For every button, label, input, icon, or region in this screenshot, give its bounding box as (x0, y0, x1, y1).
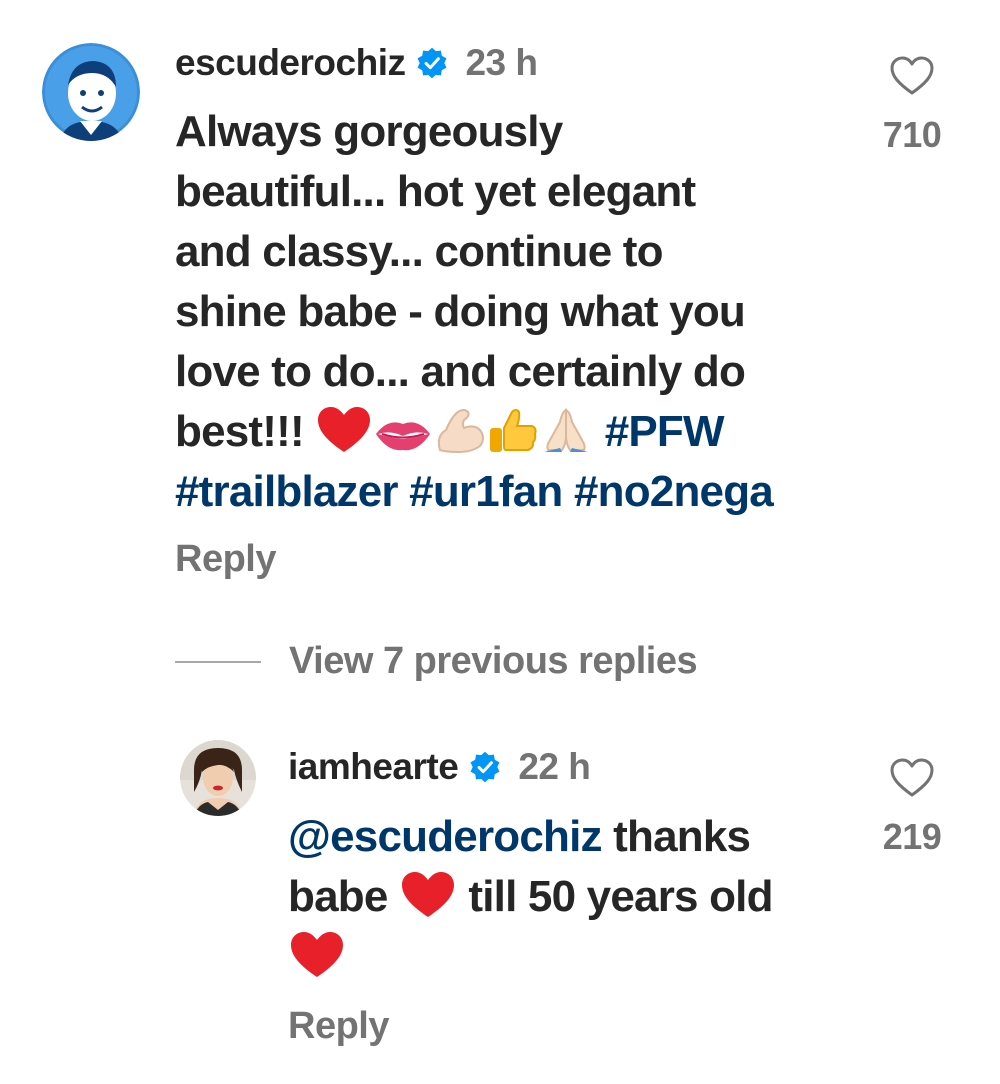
comment-text-line: best!!! #PFW (175, 402, 773, 462)
comment-like: 710 (870, 56, 954, 156)
comment-text-line: shine babe - doing what you (175, 287, 746, 336)
reply-text-segment: babe (288, 872, 388, 921)
lips-emoji (374, 414, 432, 454)
reply-text-segment: till 50 years old (456, 872, 773, 921)
reply-text: @escuderochiz thanks babe till 50 years … (288, 807, 774, 987)
comment-text-line: Always gorgeously (175, 107, 563, 156)
avatar-iamhearte[interactable] (180, 740, 256, 816)
folded-hands-emoji (540, 406, 592, 454)
reply-text-segment: thanks (601, 812, 751, 861)
reply-time: 22 h (518, 746, 591, 787)
comment-text-line: beautiful... hot yet elegant (175, 167, 696, 216)
verified-badge-icon (468, 750, 502, 784)
avatar-escuderochiz[interactable] (42, 43, 140, 141)
comment-text-end: best!!! (175, 407, 305, 456)
reply-button[interactable]: Reply (175, 538, 276, 581)
reply-username[interactable]: iamhearte (288, 746, 459, 788)
reply-text-line: babe till 50 years old (288, 867, 774, 927)
heart-outline-icon[interactable] (890, 758, 934, 798)
hashtag-link[interactable]: #PFW (605, 407, 725, 456)
flexed-biceps-emoji (434, 406, 486, 454)
reply-text-line (288, 927, 773, 987)
comment-time: 23 h (465, 42, 538, 83)
reply-button[interactable]: Reply (288, 1005, 389, 1048)
red-heart-emoji (316, 406, 372, 454)
comment-header: escuderochiz 23 h (175, 38, 538, 88)
divider-line (175, 660, 261, 663)
reply-text-line: @escuderochiz thanks (288, 807, 773, 867)
comment-text-line: love to do... and certainly do (175, 347, 746, 396)
mention-link[interactable]: @escuderochiz (288, 812, 603, 861)
view-previous-replies-button[interactable]: View 7 previous replies (175, 640, 698, 683)
comment-text-line: and classy... continue to (175, 227, 664, 276)
comment-username[interactable]: escuderochiz (175, 42, 406, 84)
reply-like: 219 (870, 758, 954, 858)
hashtag-link[interactable]: #ur1fan (409, 467, 563, 516)
thumbs-up-emoji (488, 406, 538, 454)
hashtag-link[interactable]: #no2nega (574, 467, 774, 516)
view-replies-label: View 7 previous replies (289, 640, 698, 682)
comment-hashtags-line: #trailblazer #ur1fan #no2nega (175, 462, 774, 522)
hashtag-link[interactable]: #trailblazer (175, 467, 399, 516)
like-count: 710 (882, 114, 942, 155)
reply-header: iamhearte 22 h (288, 742, 591, 792)
comment-text: Always gorgeously beautiful... hot yet e… (175, 102, 774, 522)
red-heart-emoji (289, 931, 345, 979)
red-heart-emoji (400, 871, 456, 919)
heart-outline-icon[interactable] (890, 56, 934, 96)
like-count: 219 (882, 816, 942, 857)
verified-badge-icon (415, 46, 449, 80)
